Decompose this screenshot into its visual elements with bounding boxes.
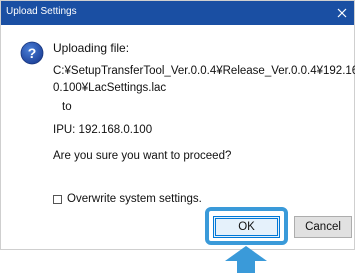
- cancel-button[interactable]: Cancel: [294, 216, 352, 238]
- checkbox-label: Overwrite system settings.: [67, 193, 202, 205]
- arrow-up-icon: [225, 246, 267, 273]
- upload-settings-dialog: Upload Settings ? Uploading file: C:¥Set…: [0, 0, 355, 250]
- close-button[interactable]: [333, 4, 351, 22]
- question-icon: ?: [20, 41, 44, 65]
- title-bar: Upload Settings: [1, 1, 354, 25]
- file-path: C:¥SetupTransferTool_Ver.0.0.4¥Release_V…: [53, 63, 355, 97]
- uploading-file-heading: Uploading file:: [53, 41, 130, 55]
- checkbox-box[interactable]: [53, 194, 62, 204]
- to-label: to: [62, 101, 72, 113]
- ok-button[interactable]: OK: [213, 216, 280, 238]
- svg-text:?: ?: [28, 45, 37, 61]
- overwrite-system-settings-checkbox[interactable]: Overwrite system settings.: [53, 192, 202, 206]
- window-title: Upload Settings: [6, 6, 77, 17]
- file-path-line-2: 0.100¥LacSettings.lac: [53, 82, 167, 94]
- page: Upload Settings ? Uploading file: C:¥Set…: [0, 0, 355, 273]
- ipu-address: IPU: 192.168.0.100: [53, 124, 153, 136]
- file-path-line-1: C:¥SetupTransferTool_Ver.0.0.4¥Release_V…: [53, 65, 355, 77]
- close-icon: [337, 8, 347, 18]
- confirm-question: Are you sure you want to proceed?: [53, 150, 232, 162]
